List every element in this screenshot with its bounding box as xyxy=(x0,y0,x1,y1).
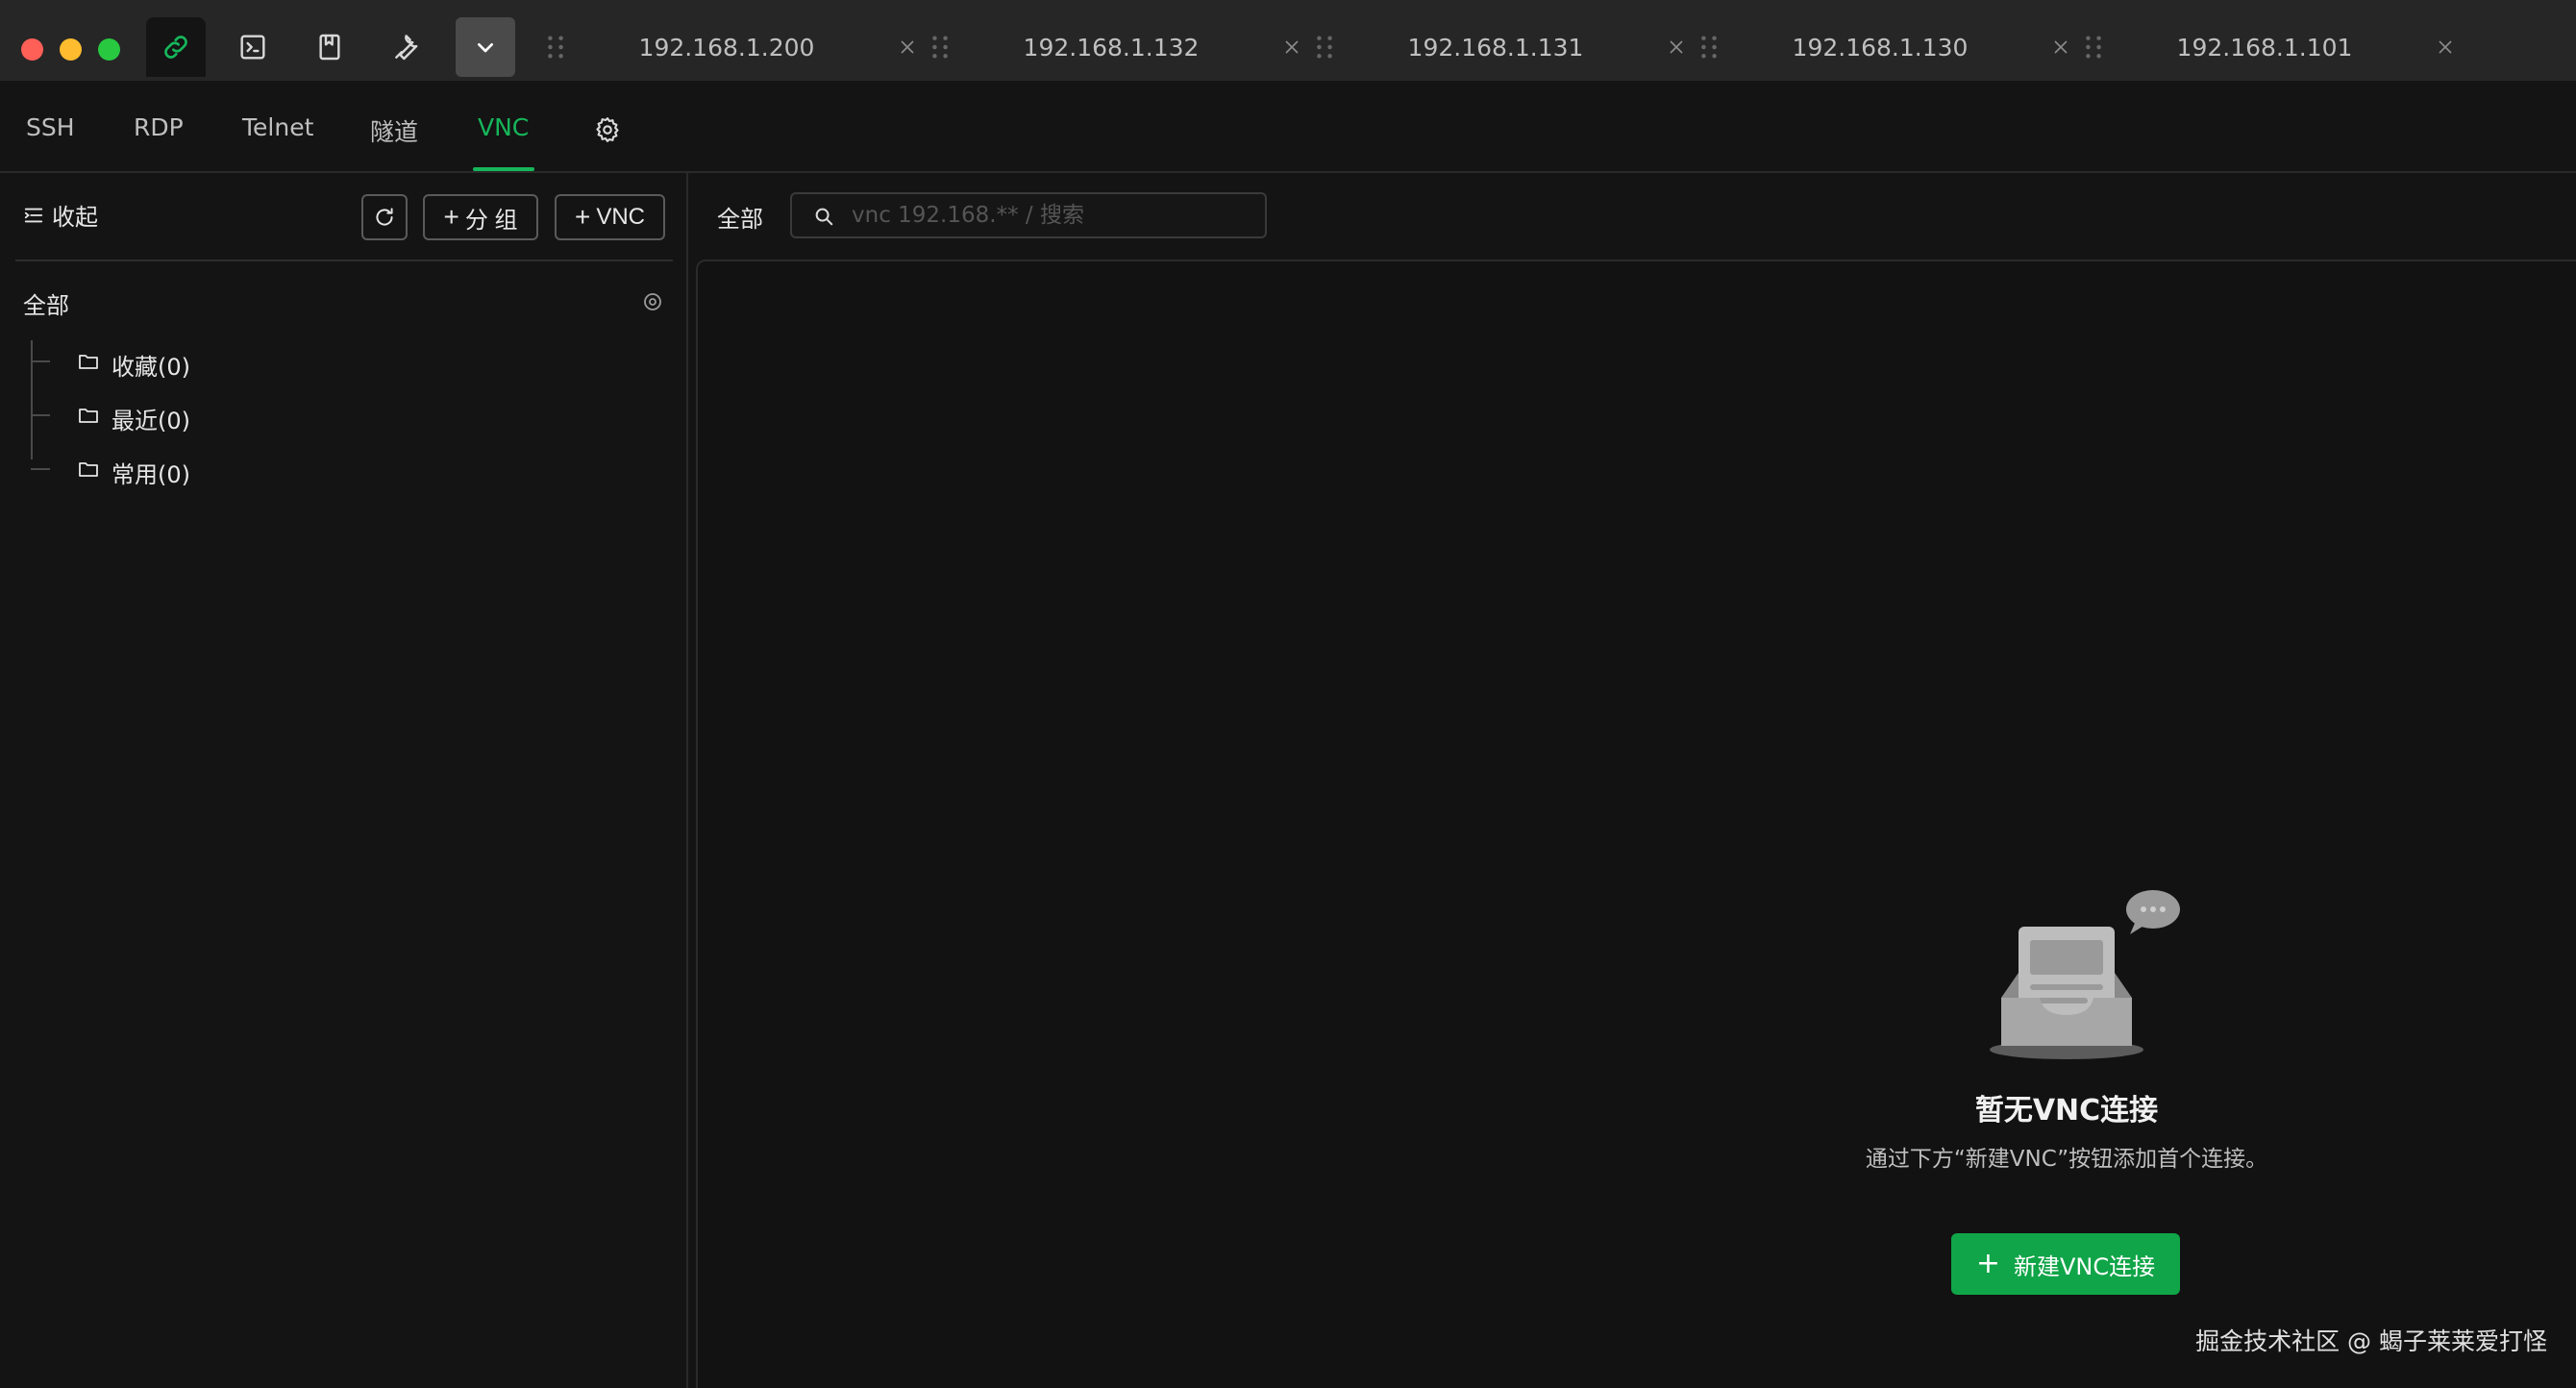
close-icon[interactable] xyxy=(2049,36,2072,59)
add-group-button[interactable]: + 分 组 xyxy=(423,194,538,240)
window-close-button[interactable] xyxy=(21,38,43,61)
tab-rdp[interactable]: RDP xyxy=(134,113,184,141)
session-tab[interactable]: 192.168.1.130 xyxy=(1688,17,2072,77)
tab-label: 192.168.1.131 xyxy=(1407,33,1584,62)
add-group-label: 分 组 xyxy=(464,207,518,234)
tree-branch xyxy=(31,360,50,362)
close-icon[interactable] xyxy=(896,36,919,59)
empty-inbox-illustration xyxy=(1990,890,2180,1059)
collapse-label: 收起 xyxy=(52,204,98,231)
tab-label: 192.168.1.101 xyxy=(2176,33,2353,62)
tab-telnet[interactable]: Telnet xyxy=(242,113,313,141)
app-window: 192.168.1.200 192.168.1.132 192.168.1.13… xyxy=(0,0,2576,1388)
tree-root-all[interactable]: 全部 xyxy=(23,286,69,320)
sidebar-divider xyxy=(15,260,673,261)
link-icon xyxy=(164,36,187,59)
folder-icon xyxy=(79,409,98,423)
tree-item-label: 最近(0) xyxy=(111,408,190,434)
plus-icon: + xyxy=(1975,1247,2000,1280)
session-tab[interactable]: 192.168.1.131 xyxy=(1303,17,1688,77)
new-vnc-connection-label: 新建VNC连接 xyxy=(2014,1252,2156,1280)
wrench-icon xyxy=(395,35,418,61)
search-icon xyxy=(815,208,833,226)
close-icon[interactable] xyxy=(2434,36,2457,59)
bookmark-icon xyxy=(319,34,340,61)
refresh-icon xyxy=(376,208,393,226)
watermark: 掘金技术社区 @ 蝎子莱莱爱打怪 xyxy=(2195,1327,2547,1355)
chevron-down-icon xyxy=(478,42,493,53)
protocol-nav: SSH RDP Telnet 隧道 VNC xyxy=(0,81,2576,173)
folder-icon xyxy=(79,355,98,369)
search-box[interactable] xyxy=(790,192,1267,238)
add-vnc-label: VNC xyxy=(596,204,646,230)
sidebar: 收起 + 分 组 + VNC 全部 收藏(0) 最近(0) 常用(0) xyxy=(0,173,688,1388)
tree-item-recent[interactable]: 最近(0) xyxy=(31,396,319,434)
gear-icon[interactable] xyxy=(593,115,622,144)
terminal-icon xyxy=(240,35,265,60)
chat-bubble-icon xyxy=(2126,890,2180,934)
session-tab[interactable]: 192.168.1.132 xyxy=(919,17,1303,77)
active-tab-indicator xyxy=(473,167,534,171)
tab-ssh[interactable]: SSH xyxy=(26,113,75,141)
session-tab[interactable]: 192.168.1.101 xyxy=(2072,17,2457,77)
empty-state-description: 通过下方“新建VNC”按钮添加首个连接。 xyxy=(1865,1147,2268,1172)
close-icon[interactable] xyxy=(1665,36,1688,59)
tree-item-common[interactable]: 常用(0) xyxy=(31,450,319,488)
tab-label: 192.168.1.132 xyxy=(1023,33,1200,62)
locate-icon[interactable] xyxy=(641,290,664,313)
search-input[interactable] xyxy=(852,198,1255,233)
close-icon[interactable] xyxy=(1280,36,1303,59)
tree-item-label: 收藏(0) xyxy=(111,354,190,381)
empty-state-title: 暂无VNC连接 xyxy=(1974,1094,2159,1128)
terminal-tool-button[interactable] xyxy=(223,17,283,77)
collapse-toggle[interactable]: 收起 xyxy=(23,198,98,232)
connection-tool-button[interactable] xyxy=(146,17,206,77)
tab-vnc[interactable]: VNC xyxy=(478,113,529,141)
connection-list-panel xyxy=(696,260,2576,1388)
bookmark-tool-button[interactable] xyxy=(300,17,359,77)
tab-label: 192.168.1.130 xyxy=(1792,33,1969,62)
plus-icon: + xyxy=(574,202,591,232)
collapse-menu-icon xyxy=(24,208,43,222)
tree-branch xyxy=(31,468,50,470)
tree-item-label: 常用(0) xyxy=(111,461,190,488)
refresh-button[interactable] xyxy=(361,194,408,240)
window-minimize-button[interactable] xyxy=(60,38,82,61)
tree-branch xyxy=(31,414,50,416)
window-maximize-button[interactable] xyxy=(98,38,120,61)
folder-icon xyxy=(79,462,98,477)
session-tab[interactable]: 192.168.1.200 xyxy=(534,17,919,77)
title-bar: 192.168.1.200 192.168.1.132 192.168.1.13… xyxy=(0,0,2576,81)
tree-item-favorites[interactable]: 收藏(0) xyxy=(31,342,319,381)
filter-label: 全部 xyxy=(717,206,763,233)
tools-dropdown-button[interactable] xyxy=(456,17,515,77)
plus-icon: + xyxy=(443,202,459,232)
add-vnc-button[interactable]: + VNC xyxy=(555,194,665,240)
tab-tunnel[interactable]: 隧道 xyxy=(370,113,418,148)
new-vnc-connection-button[interactable]: + 新建VNC连接 xyxy=(1951,1233,2180,1295)
tab-label: 192.168.1.200 xyxy=(638,33,815,62)
wrench-tool-button[interactable] xyxy=(377,17,436,77)
